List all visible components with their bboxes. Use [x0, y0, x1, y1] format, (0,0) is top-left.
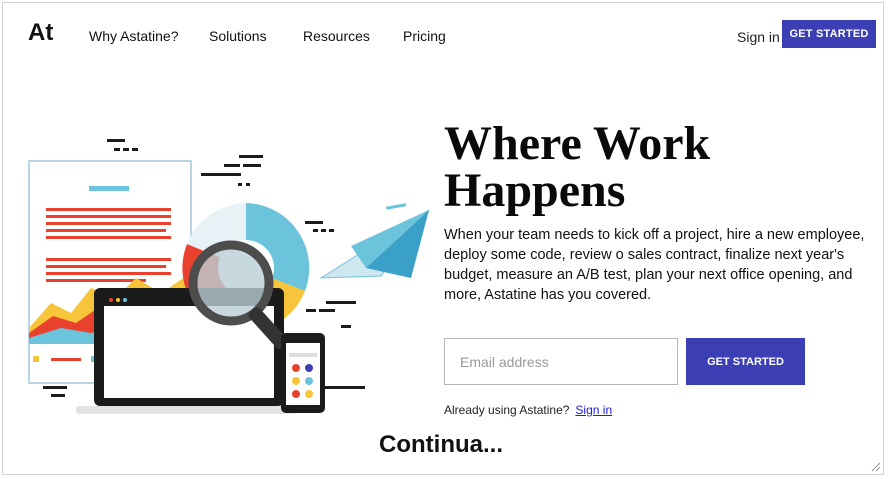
hero-illustration [28, 139, 430, 414]
continua-text: Continua... [379, 431, 503, 458]
phone-icon [281, 333, 365, 413]
header-sign-in-link[interactable]: Sign in [737, 29, 780, 45]
resize-grip-icon[interactable] [869, 460, 881, 472]
hero-headline: Where Work Happens [444, 117, 864, 217]
hero-description: When your team needs to kick off a proje… [444, 227, 865, 303]
paper-plane-icon [319, 203, 430, 279]
email-input[interactable] [444, 338, 678, 385]
already-using-row: Already using Astatine? Sign in [444, 403, 612, 417]
headline-line-2: Happens [444, 164, 626, 217]
already-using-text: Already using Astatine? [444, 403, 570, 417]
nav-solutions[interactable]: Solutions [209, 28, 267, 44]
nav-pricing[interactable]: Pricing [403, 28, 446, 44]
hero-sign-in-link[interactable]: Sign in [575, 403, 612, 417]
browser-frame: At Why Astatine? Solutions Resources Pri… [2, 2, 884, 475]
nav-resources[interactable]: Resources [303, 28, 370, 44]
brand-logo[interactable]: At [28, 19, 53, 47]
nav-why-astatine[interactable]: Why Astatine? [89, 28, 179, 44]
hero-get-started-button[interactable]: GET STARTED [686, 338, 805, 385]
header-get-started-button[interactable]: GET STARTED [782, 20, 876, 48]
headline-line-1: Where Work [444, 117, 711, 170]
